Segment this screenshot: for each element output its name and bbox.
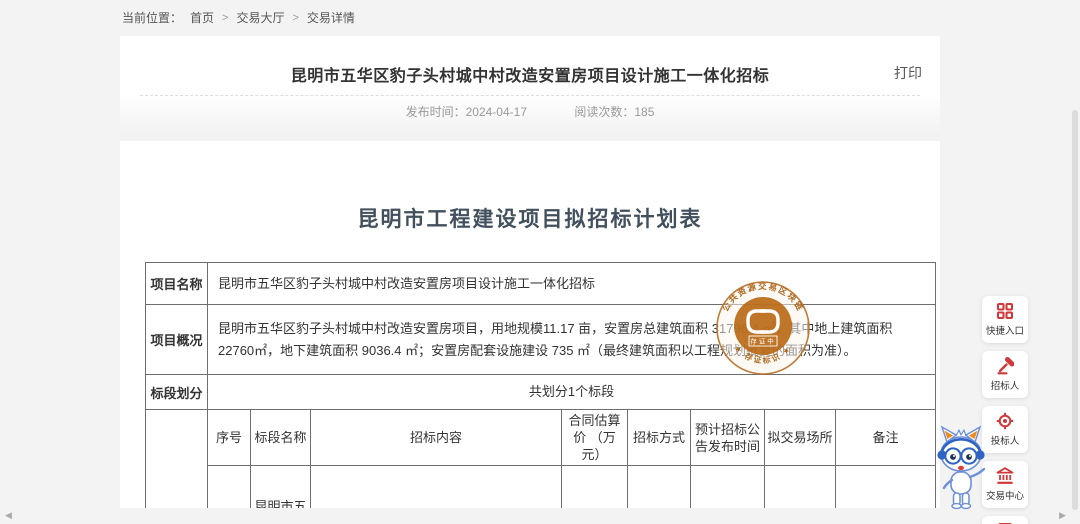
divider [140,95,920,96]
plan-table-title: 昆明市工程建设项目拟招标计划表 [120,203,940,233]
breadcrumb-trading-hall[interactable]: 交易大厅 [236,9,284,26]
bid-plan-table: 项目名称 昆明市五华区豹子头村城中村改造安置房项目设计施工一体化招标 项目概况 … [145,262,936,508]
document-area: 昆明市工程建设项目拟招标计划表 项目名称 昆明市五华区豹子头村城中村改造安置房项… [120,141,940,508]
breadcrumb-label: 当前位置： [122,9,182,26]
section-division-value: 共划分1个标段 [208,375,936,410]
col-header-seq: 序号 [208,410,251,466]
grid-icon [996,302,1014,320]
sidebar-item-label: 招标人 [991,378,1020,392]
col-header-price: 合同估算价 （万元） [562,410,628,466]
table-data-row: 昆明市五华区豹子头村城中 本次招标内容为昆明市五华区豹子头村城中村改造安置房项目… [146,466,936,509]
project-name-label: 项目名称 [146,263,208,305]
scroll-left-arrow-icon[interactable]: ◀ [5,510,12,521]
breadcrumb-current: 交易详情 [307,9,355,26]
empty-cell [146,410,208,509]
sidebar-item-quick-entry[interactable]: 快捷入口 [982,296,1028,343]
breadcrumb-home[interactable]: 首页 [190,9,214,26]
sidebar-item-label: 快捷入口 [986,323,1024,337]
announcement-header: 昆明市五华区豹子头村城中村改造安置房项目设计施工一体化招标 打印 发布时间：20… [120,36,940,137]
sidebar-item-label: 投标人 [991,433,1020,447]
table-header-row: 序号 标段名称 招标内容 合同估算价 （万元） 招标方式 预计招标公告发布时间 … [146,410,936,466]
col-header-announce-time: 预计招标公告发布时间 [691,410,765,466]
breadcrumb-separator: > [292,12,298,24]
col-header-content: 招标内容 [311,410,562,466]
sidebar-item-tenderer[interactable]: 招标人 [982,351,1028,398]
cell-section-name: 昆明市五华区豹子头村城中 [251,466,311,509]
section-division-label: 标段划分 [146,375,208,410]
project-overview-label: 项目概况 [146,305,208,375]
cell-seq [208,466,251,509]
gavel-icon [996,357,1014,375]
breadcrumb: 当前位置： 首页 > 交易大厅 > 交易详情 [122,9,355,26]
project-name-value: 昆明市五华区豹子头村城中村改造安置房项目设计施工一体化招标 [208,263,936,305]
table-row: 项目概况 昆明市五华区豹子头村城中村改造安置房项目，用地规模11.17 亩，安置… [146,305,936,375]
target-icon [996,412,1014,430]
breadcrumb-separator: > [222,12,228,24]
vertical-scrollbar[interactable] [1072,110,1078,510]
table-row: 标段划分 共划分1个标段 [146,375,936,410]
meta-row: 发布时间：2024-04-17 阅读次数：185 [120,103,940,120]
cell-remark [836,466,936,509]
publish-time: 发布时间：2024-04-17 [406,105,531,119]
col-header-remark: 备注 [836,410,936,466]
print-button[interactable]: 打印 [894,63,922,83]
project-overview-value: 昆明市五华区豹子头村城中村改造安置房项目，用地规模11.17 亩，安置房总建筑面… [208,305,936,375]
cell-content: 本次招标内容为昆明市五华区豹子头村城中村改造安置房项目设计及施工，内容包含建筑、… [311,466,562,509]
col-header-section-name: 标段名称 [251,410,311,466]
view-count: 阅读次数：185 [574,105,654,119]
scroll-right-arrow-icon[interactable]: ▶ [1059,510,1066,521]
page-title: 昆明市五华区豹子头村城中村改造安置房项目设计施工一体化招标 [120,36,940,86]
table-row: 项目名称 昆明市五华区豹子头村城中村改造安置房项目设计施工一体化招标 [146,263,936,305]
cell-price [562,466,628,509]
col-header-method: 招标方式 [628,410,691,466]
cell-venue [765,466,836,509]
col-header-venue: 拟交易场所 [765,410,836,466]
bank-icon [996,467,1014,485]
cell-method [628,466,691,509]
cell-announce-time [691,466,765,509]
mascot-assistant[interactable] [934,422,992,522]
